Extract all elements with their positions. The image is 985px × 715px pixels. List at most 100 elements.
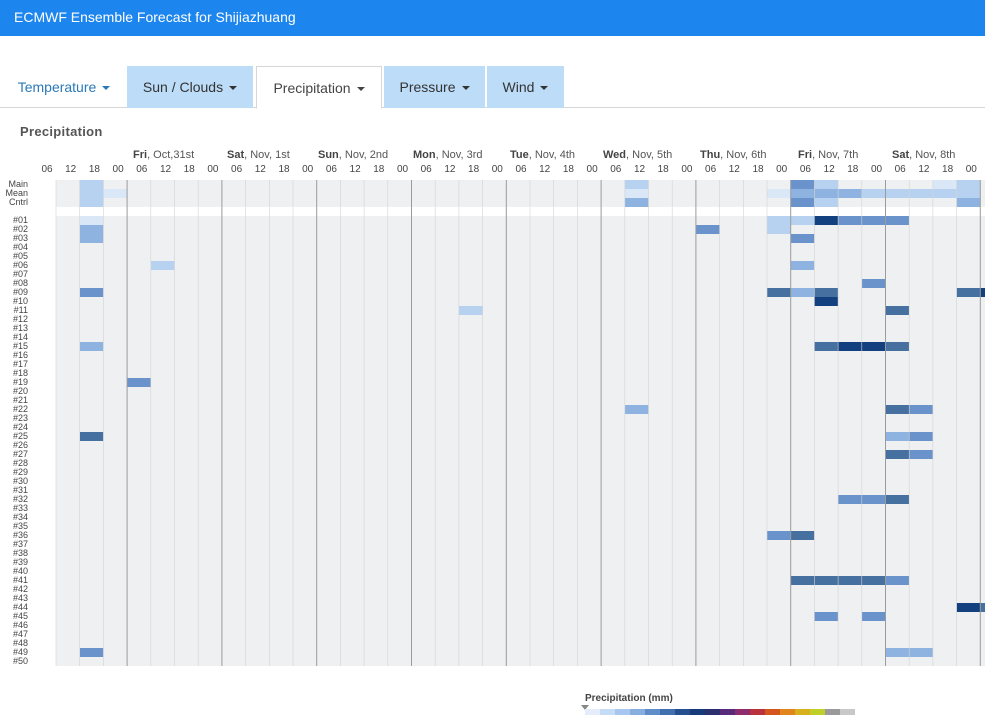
- precip-cell: [932, 189, 957, 198]
- precip-cell: [885, 342, 910, 351]
- legend-swatch: [795, 709, 810, 715]
- precip-cell: [790, 216, 815, 225]
- precip-cell: [79, 189, 104, 198]
- precip-cell: [79, 288, 104, 297]
- precip-cell: [127, 378, 151, 387]
- precip-cell: [790, 234, 815, 243]
- precip-cell: [814, 189, 839, 198]
- legend-swatch: [600, 709, 615, 715]
- legend-swatch: [720, 709, 735, 715]
- legend-swatch: [765, 709, 780, 715]
- precip-cell: [790, 189, 815, 198]
- precip-cell: [909, 432, 933, 441]
- precip-cell: [861, 279, 886, 288]
- precip-cell: [79, 180, 104, 189]
- precip-cell: [956, 180, 981, 189]
- precip-cell: [767, 189, 791, 198]
- precip-cell: [861, 216, 886, 225]
- precip-cell: [838, 342, 862, 351]
- precip-cell: [790, 198, 815, 207]
- precip-cell: [767, 225, 791, 234]
- precip-cell: [79, 342, 104, 351]
- precip-cell: [838, 216, 862, 225]
- precip-cell: [103, 189, 128, 198]
- precip-cell: [814, 342, 839, 351]
- legend-swatch: [660, 709, 675, 715]
- legend-swatch: [675, 709, 690, 715]
- precip-cell: [980, 603, 985, 612]
- legend-title: Precipitation (mm): [585, 693, 673, 704]
- precip-cell: [814, 612, 839, 621]
- legend-swatch: [780, 709, 795, 715]
- precip-cell: [909, 405, 933, 414]
- precip-cell: [885, 432, 910, 441]
- precip-cell: [79, 225, 104, 234]
- legend-swatch: [810, 709, 825, 715]
- precip-cell: [956, 198, 981, 207]
- precip-cell: [814, 180, 839, 189]
- precip-cell: [861, 189, 886, 198]
- precip-cell: [885, 405, 910, 414]
- precip-cell: [814, 198, 839, 207]
- precip-cell: [885, 306, 910, 315]
- precip-cell: [790, 531, 815, 540]
- legend-color-bar: [585, 709, 855, 715]
- precip-cell: [695, 225, 720, 234]
- precip-cell: [909, 189, 933, 198]
- precip-cell: [885, 648, 910, 657]
- precip-cell: [980, 288, 985, 297]
- legend-swatch: [645, 709, 660, 715]
- precip-cell: [767, 216, 791, 225]
- precip-cell: [767, 531, 791, 540]
- precip-cell: [861, 342, 886, 351]
- precip-cell: [79, 432, 104, 441]
- precip-cell: [861, 576, 886, 585]
- precip-cell: [790, 180, 815, 189]
- precip-cell: [909, 450, 933, 459]
- precip-cell: [814, 216, 839, 225]
- precip-cell: [767, 288, 791, 297]
- precip-cell: [885, 576, 910, 585]
- legend-swatch: [585, 709, 600, 715]
- precip-cell: [790, 261, 815, 270]
- precip-cell: [861, 612, 886, 621]
- precip-cell: [458, 306, 483, 315]
- legend-swatch: [615, 709, 630, 715]
- precip-cell: [150, 261, 175, 270]
- precip-cell: [838, 495, 862, 504]
- legend-swatch: [840, 709, 855, 715]
- members-panel-background: [56, 216, 985, 666]
- precip-cell: [790, 576, 815, 585]
- legend-swatch: [750, 709, 765, 715]
- precip-cell: [814, 576, 839, 585]
- precip-cell: [790, 288, 815, 297]
- precip-cell: [956, 189, 981, 198]
- precip-cell: [624, 198, 649, 207]
- legend-swatch: [690, 709, 705, 715]
- precip-cell: [814, 297, 839, 306]
- precip-cell: [79, 648, 104, 657]
- precip-cell: [838, 576, 862, 585]
- precip-cell: [79, 198, 104, 207]
- precip-cell: [814, 288, 839, 297]
- precip-cell: [885, 216, 910, 225]
- precip-cell: [79, 234, 104, 243]
- precip-cell: [885, 450, 910, 459]
- precip-cell: [932, 180, 957, 189]
- precip-cell: [624, 405, 649, 414]
- precip-cell: [624, 180, 649, 189]
- precip-cell: [909, 648, 933, 657]
- precip-cell: [885, 495, 910, 504]
- precip-cell: [624, 189, 649, 198]
- precip-cell: [885, 189, 910, 198]
- precip-cell: [838, 189, 862, 198]
- precip-cell: [861, 495, 886, 504]
- legend-swatch: [705, 709, 720, 715]
- precip-cell: [79, 216, 104, 225]
- legend-swatch: [735, 709, 750, 715]
- precip-cell: [956, 288, 981, 297]
- precipitation-heatmap: [55, 180, 985, 666]
- legend-swatch: [630, 709, 645, 715]
- legend-swatch: [825, 709, 840, 715]
- precip-cell: [956, 603, 981, 612]
